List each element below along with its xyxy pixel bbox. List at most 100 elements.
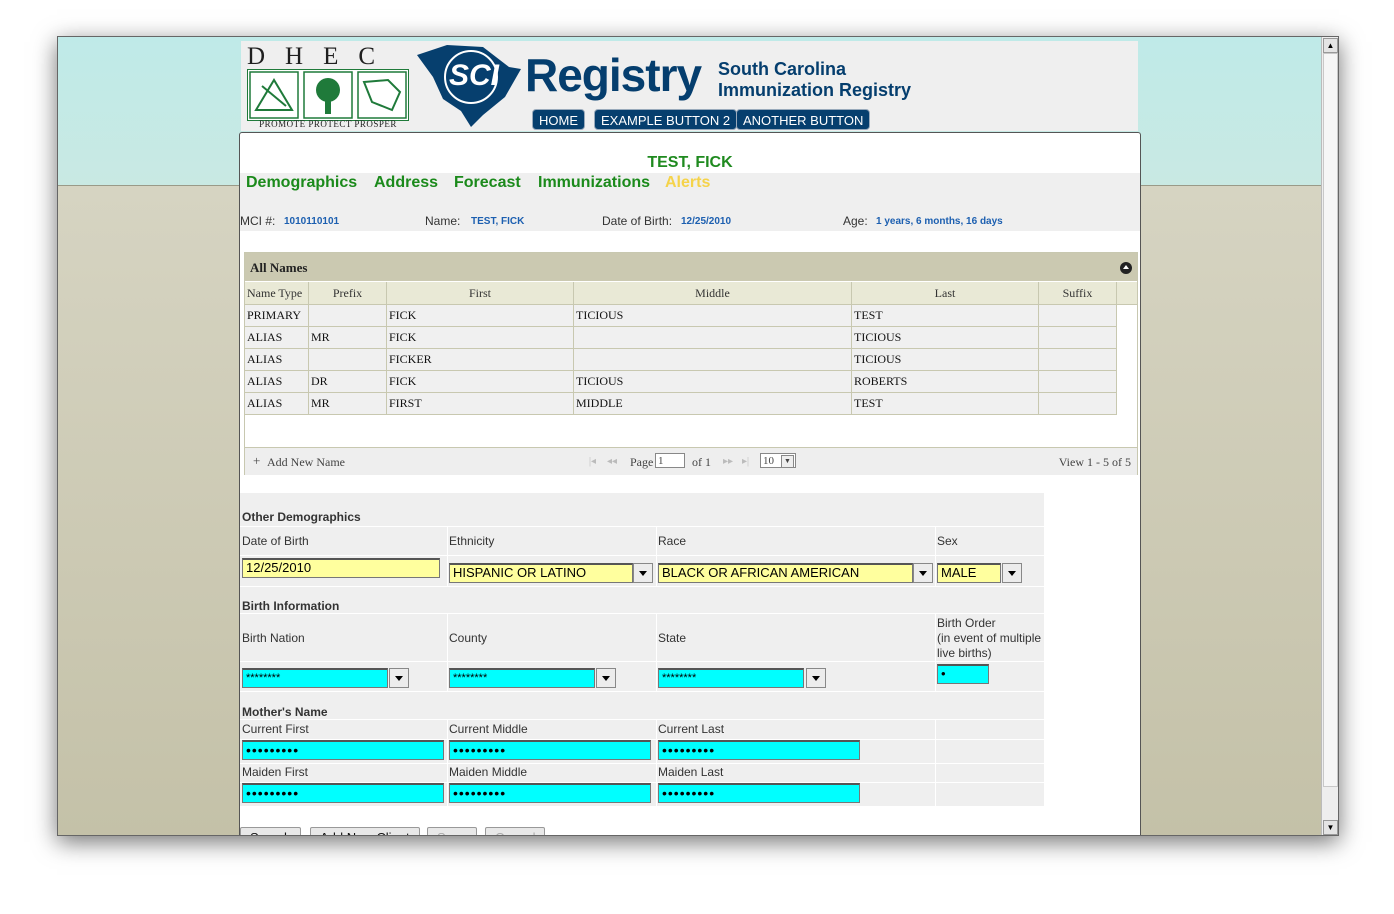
race-select[interactable]: BLACK OR AFRICAN AMERICAN [658, 563, 913, 583]
mci-value: 1010110101 [284, 216, 340, 227]
chevron-down-icon[interactable] [596, 668, 616, 688]
registry-subtitle: South Carolina Immunization Registry [718, 59, 911, 101]
race-label: Race [658, 534, 687, 548]
current-last-field[interactable]: ••••••••• [658, 740, 860, 760]
sex-select[interactable]: MALE [937, 563, 1001, 583]
maiden-middle-field[interactable]: ••••••••• [449, 783, 651, 803]
col-prefix[interactable]: Prefix [309, 282, 387, 304]
tab-immunizations[interactable]: Immunizations [538, 174, 650, 192]
table-row[interactable]: ALIAS FICKER TICIOUS [245, 349, 1117, 371]
cell-first: FICK [387, 327, 574, 348]
chevron-down-icon[interactable] [806, 668, 826, 688]
another-button[interactable]: ANOTHER BUTTON [736, 109, 871, 130]
maiden-first-field[interactable]: ••••••••• [242, 783, 444, 803]
page-label: Page [630, 455, 654, 469]
view-records-text: View 1 - 5 of 5 [1058, 455, 1131, 469]
grid-title: All Names [250, 260, 308, 275]
table-row[interactable]: ALIAS DR FICK TICIOUS ROBERTS [245, 371, 1117, 393]
birth-order-label-line3: live births) [937, 646, 992, 660]
birth-order-label: Birth Order (in event of multiple live b… [937, 616, 1041, 661]
tab-forecast[interactable]: Forecast [454, 174, 521, 192]
cell-first: FICKER [387, 349, 574, 370]
patient-title: TEST, FICK [647, 154, 733, 171]
age-value: 1 years, 6 months, 16 days [876, 216, 1003, 227]
dhec-motto: PROMOTE PROTECT PROSPER [259, 119, 397, 129]
birth-information-title: Birth Information [242, 599, 340, 613]
chevron-down-icon[interactable] [389, 668, 409, 688]
col-name-type[interactable]: Name Type [245, 282, 309, 304]
cell-prefix [309, 349, 387, 370]
cell-suffix [1039, 349, 1117, 370]
sci-logo-text: SCI [449, 59, 500, 92]
scroll-up-icon[interactable]: ▲ [1323, 38, 1338, 53]
tab-demographics[interactable]: Demographics [246, 174, 357, 192]
col-middle[interactable]: Middle [574, 282, 852, 304]
col-suffix[interactable]: Suffix [1039, 282, 1117, 304]
cell-middle [574, 349, 852, 370]
maiden-middle-label: Maiden Middle [449, 765, 528, 779]
first-page-icon[interactable]: |◂ [589, 456, 596, 467]
cell-last: ROBERTS [852, 371, 1039, 392]
chevron-down-icon[interactable] [1002, 563, 1022, 583]
next-page-icon[interactable]: ▸▸ [723, 456, 733, 467]
chevron-down-icon[interactable] [633, 563, 653, 583]
dhec-logo: DHEC PROMOTE PROTECT PROSPER [245, 43, 411, 129]
table-row[interactable]: ALIAS MR FIRST MIDDLE TEST [245, 393, 1117, 415]
cancel-button[interactable]: Cancel [485, 827, 546, 835]
tab-alerts[interactable]: Alerts [665, 174, 710, 192]
cell-suffix [1039, 327, 1117, 348]
cell-name-type: ALIAS [245, 371, 309, 392]
current-middle-field[interactable]: ••••••••• [449, 740, 651, 760]
save-button[interactable]: Save [427, 827, 477, 835]
cell-name-type: ALIAS [245, 349, 309, 370]
plus-icon[interactable]: + [253, 453, 260, 469]
search-button[interactable]: Search [240, 827, 302, 835]
registry-wordmark: Registry [525, 49, 702, 101]
page-number-input[interactable]: 1 [655, 453, 685, 468]
cell-name-type: ALIAS [245, 327, 309, 348]
maiden-last-label: Maiden Last [658, 765, 724, 779]
current-first-field[interactable]: ••••••••• [242, 740, 444, 760]
ethnicity-select[interactable]: HISPANIC OR LATINO [449, 563, 633, 583]
col-last[interactable]: Last [852, 282, 1039, 304]
scroll-down-icon[interactable]: ▼ [1323, 820, 1338, 835]
col-first[interactable]: First [387, 282, 574, 304]
birth-nation-select[interactable]: ******** [242, 668, 388, 688]
table-row[interactable]: PRIMARY FICK TICIOUS TEST [245, 305, 1117, 327]
add-new-name-button[interactable]: Add New Name [267, 455, 345, 470]
cell-first: FICK [387, 371, 574, 392]
dob-label: Date of Birth: [602, 214, 673, 228]
add-new-client-button[interactable]: Add New Client [310, 827, 420, 835]
county-select[interactable]: ******** [449, 668, 595, 688]
scrollbar-thumb[interactable] [1323, 53, 1338, 787]
maiden-last-field[interactable]: ••••••••• [658, 783, 860, 803]
prev-page-icon[interactable]: ◂◂ [607, 456, 617, 467]
birth-order-input[interactable]: • [937, 664, 989, 684]
current-middle-label: Current Middle [449, 722, 528, 736]
page-size-select[interactable]: 10 ▼ [760, 453, 796, 468]
table-row[interactable]: ALIAS MR FICK TICIOUS [245, 327, 1117, 349]
client-panel: TEST, FICK Demographics Address Forecast… [239, 132, 1141, 835]
dob-field-label: Date of Birth [242, 534, 309, 548]
page-size-value: 10 [763, 455, 774, 467]
last-page-icon[interactable]: ▸| [742, 456, 749, 467]
cell-middle: TICIOUS [574, 305, 852, 326]
home-button[interactable]: HOME [532, 109, 585, 130]
tab-address[interactable]: Address [374, 174, 438, 192]
other-demographics-title: Other Demographics [242, 510, 361, 524]
vertical-scrollbar[interactable]: ▲ ▼ [1321, 37, 1338, 835]
registry-subtitle-line1: South Carolina [718, 59, 847, 79]
chevron-down-icon[interactable] [913, 563, 933, 583]
grid-pager: + Add New Name |◂ ◂◂ Page 1 of 1 ▸▸ ▸| 1… [245, 447, 1137, 475]
cell-suffix [1039, 371, 1117, 392]
collapse-icon[interactable] [1120, 262, 1132, 274]
example-button-2[interactable]: EXAMPLE BUTTON 2 [594, 109, 738, 130]
all-names-grid: All Names Name Type Prefix First Middle … [244, 252, 1138, 475]
sex-label: Sex [937, 534, 958, 548]
browser-window: ▲ ▼ DHEC PROMOTE PROTECT PROSPER SCI Reg… [57, 36, 1339, 836]
grid-header-row: Name Type Prefix First Middle Last Suffi… [245, 282, 1137, 305]
dob-field[interactable]: 12/25/2010 [242, 558, 440, 578]
name-label: Name: [425, 214, 461, 228]
county-label: County [449, 631, 488, 645]
state-select[interactable]: ******** [658, 668, 804, 688]
